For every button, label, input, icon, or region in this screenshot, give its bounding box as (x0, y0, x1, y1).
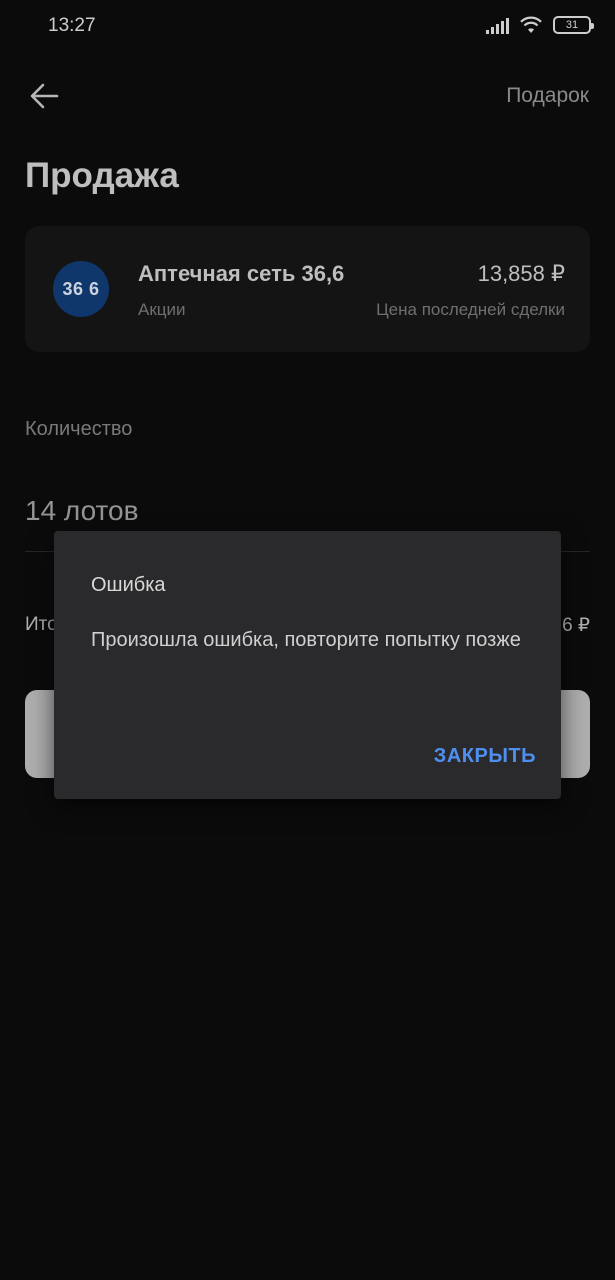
dialog-title: Ошибка (91, 574, 166, 596)
dialog-message: Произошла ошибка, повторите попытку позж… (91, 629, 521, 651)
error-dialog: Ошибка Произошла ошибка, повторите попыт… (54, 531, 561, 799)
close-button[interactable]: ЗАКРЫТЬ (434, 745, 536, 768)
sell-screen: 13:27 31 Подарок Продажа 36 6 Аптечная с… (0, 0, 615, 1280)
